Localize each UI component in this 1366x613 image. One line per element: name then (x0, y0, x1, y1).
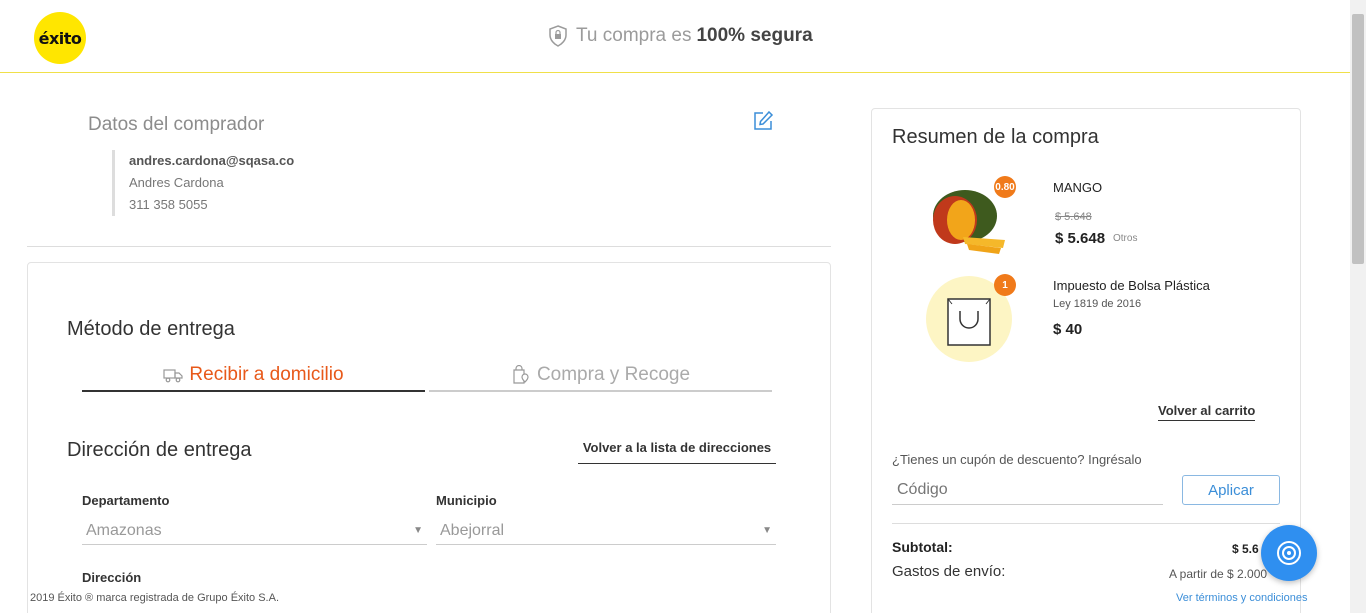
tab-pickup-label: Compra y Recoge (536, 364, 691, 385)
buyer-phone: 311 358 5055 (129, 197, 208, 212)
store-pin-icon (513, 365, 529, 384)
dropdown-arrow-icon: ▼ (762, 525, 772, 536)
chat-support-button[interactable] (1261, 525, 1317, 581)
exito-logo[interactable]: éxito (34, 12, 86, 64)
tab-pickup[interactable]: Compra y Recoge (429, 360, 772, 392)
item-name: MANGO (1053, 180, 1103, 195)
municipality-value: Abejorral (440, 522, 505, 539)
shipping-label: Gastos de envío: (892, 563, 1006, 580)
buyer-section-title: Datos del comprador (88, 114, 265, 135)
municipality-label: Municipio (436, 493, 497, 508)
quantity-badge: 1 (994, 274, 1016, 296)
divider (27, 246, 831, 247)
copyright-text: 2019 Éxito ® marca registrada de Grupo É… (30, 592, 280, 604)
summary-title: Resumen de la compra (892, 126, 1099, 148)
apply-coupon-button[interactable]: Aplicar (1182, 475, 1280, 505)
address-label: Dirección (82, 570, 142, 585)
municipality-select[interactable]: Abejorral ▼ (436, 517, 776, 545)
terms-link[interactable]: Ver términos y condiciones (1176, 592, 1307, 604)
item-price: $ 40 (1053, 321, 1083, 338)
edit-icon[interactable] (752, 110, 774, 132)
header: éxito Tu compra es 100% segura (0, 0, 1350, 73)
buyer-name: Andres Cardona (129, 175, 224, 190)
tab-home-delivery-label: Recibir a domicilio (189, 364, 344, 385)
back-to-cart-link[interactable]: Volver al carrito (1158, 403, 1256, 421)
item-old-price: $ 5.648 (1055, 211, 1092, 223)
shield-icon (549, 25, 567, 47)
quantity-badge: 0.80 (994, 176, 1016, 198)
delivery-method-title: Método de entrega (67, 318, 235, 340)
divider (892, 523, 1280, 524)
delivery-address-title: Dirección de entrega (67, 439, 252, 461)
subtotal-value: $ 5.6 (1232, 542, 1259, 556)
tab-home-delivery[interactable]: Recibir a domicilio (82, 360, 425, 392)
delivery-card (27, 262, 831, 613)
page-scrollbar[interactable] (1350, 0, 1366, 613)
secure-purchase-banner: Tu compra es 100% segura (548, 25, 813, 47)
item-price: $ 5.648 (1055, 230, 1106, 247)
support-icon (1277, 541, 1301, 565)
back-to-address-list-button[interactable]: Volver a la lista de direcciones (578, 440, 776, 464)
department-value: Amazonas (86, 522, 162, 539)
item-seller: Otros (1113, 233, 1138, 244)
item-name: Impuesto de Bolsa Plástica (1053, 278, 1210, 293)
secure-strong: 100% segura (696, 25, 813, 46)
department-select[interactable]: Amazonas ▼ (82, 517, 427, 545)
shipping-value: A partir de $ 2.000 (1169, 567, 1268, 581)
buyer-info: andres.cardona@sqasa.co Andres Cardona 3… (112, 150, 294, 216)
subtotal-label: Subtotal: (892, 539, 953, 555)
buyer-email: andres.cardona@sqasa.co (129, 153, 295, 168)
shopping-bag-icon (947, 298, 991, 346)
scrollbar-thumb[interactable] (1352, 14, 1364, 264)
truck-icon (163, 369, 184, 383)
department-label: Departamento (82, 493, 170, 508)
coupon-input[interactable] (892, 476, 1163, 505)
dropdown-arrow-icon: ▼ (413, 525, 423, 536)
coupon-question: ¿Tienes un cupón de descuento? Ingrésalo (892, 452, 1142, 467)
secure-prefix: Tu compra es (576, 25, 692, 46)
item-note: Ley 1819 de 2016 (1053, 298, 1142, 310)
